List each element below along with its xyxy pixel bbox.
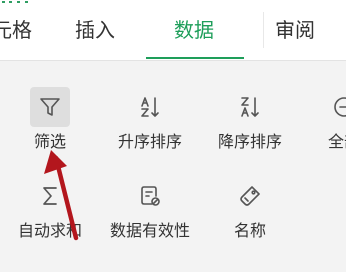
active-tab-indicator	[146, 57, 244, 59]
sort-descending-button[interactable]: 降序排序	[204, 87, 296, 165]
strip-dash	[9, 1, 12, 3]
data-validation-button[interactable]: 数据有效性	[104, 176, 196, 254]
sort-descending-icon	[230, 87, 270, 127]
tab-data[interactable]: 数据	[174, 16, 214, 44]
show-all-label: 全部	[327, 132, 346, 151]
sort-ascending-button[interactable]: 升序排序	[104, 87, 196, 165]
sum-icon	[30, 176, 70, 216]
filter-button[interactable]: 筛选	[4, 87, 96, 165]
sort-ascending-label: 升序排序	[117, 132, 182, 151]
strip-dash	[2, 1, 5, 3]
name-label: 名称	[233, 221, 266, 240]
name-button[interactable]: 名称	[204, 176, 296, 254]
show-all-icon	[324, 87, 346, 127]
tab-cell[interactable]: 元格	[0, 16, 32, 44]
sort-descending-label: 降序排序	[217, 132, 282, 151]
tab-divider	[263, 12, 264, 48]
auto-sum-label: 自动求和	[17, 221, 82, 240]
show-all-button[interactable]: 全部	[298, 87, 346, 165]
sort-ascending-icon	[130, 87, 170, 127]
ribbon-tab-bar: 元格 插入 数据 审阅	[0, 6, 346, 61]
name-tag-icon	[230, 176, 270, 216]
ribbon-panel: 筛选 升序排序 降序排序 全部	[0, 61, 346, 272]
filter-icon	[30, 87, 70, 127]
filter-label: 筛选	[33, 132, 66, 151]
strip-dash	[25, 1, 28, 3]
strip-dash	[17, 1, 20, 3]
data-validation-label: 数据有效性	[109, 221, 190, 240]
tab-insert[interactable]: 插入	[75, 16, 115, 44]
auto-sum-button[interactable]: 自动求和	[4, 176, 96, 254]
tab-review[interactable]: 审阅	[275, 16, 315, 44]
data-validation-icon	[130, 176, 170, 216]
